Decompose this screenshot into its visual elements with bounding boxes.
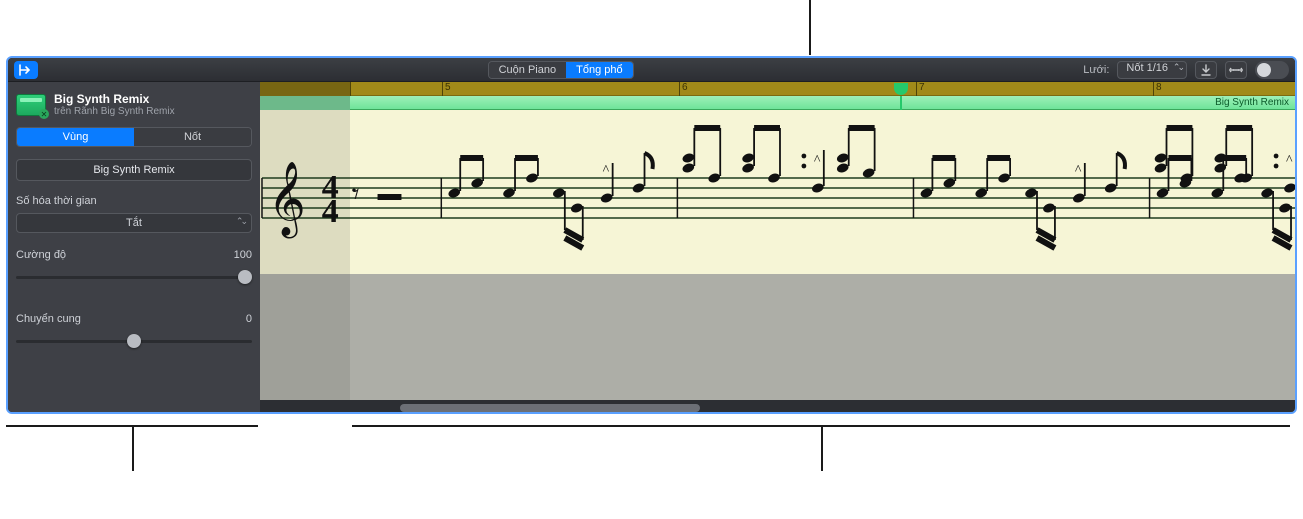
bar-ruler[interactable]: 5 6 7 8: [260, 82, 1295, 96]
region-subtitle: trên Rãnh Big Synth Remix: [54, 106, 175, 117]
region-lane[interactable]: [260, 96, 1295, 110]
auto-zoom-toggle[interactable]: [1255, 61, 1289, 79]
callout-bracket-inspector: [6, 425, 258, 427]
velocity-label: Cường độ: [16, 249, 66, 261]
transpose-slider[interactable]: [16, 333, 252, 349]
svg-text:4: 4: [322, 193, 339, 230]
inspector-tabs: Vùng Nốt: [16, 127, 252, 147]
velocity-slider[interactable]: [16, 269, 252, 285]
score-editor-window: Cuộn Piano Tổng phổ Lưới: Nốt 1/16: [6, 56, 1297, 414]
transpose-label: Chuyển cung: [16, 313, 81, 325]
callout-bracket-score: [352, 425, 1290, 427]
region-lane-label: Big Synth Remix: [1215, 96, 1289, 110]
svg-text:^: ^: [603, 163, 610, 178]
inspector-tab-note[interactable]: Nốt: [134, 128, 251, 146]
region-icon: [16, 94, 46, 116]
ruler-number: 5: [442, 82, 451, 93]
tab-piano-roll[interactable]: Cuộn Piano: [489, 62, 567, 78]
inspector-panel: Big Synth Remix trên Rãnh Big Synth Remi…: [8, 82, 260, 414]
staff-svg: 𝄞 4 4 𝄾: [260, 118, 1295, 268]
editor-toolbar: Cuộn Piano Tổng phổ Lưới: Nốt 1/16: [8, 58, 1295, 82]
quantize-select[interactable]: Tắt: [16, 213, 252, 233]
staff-zone[interactable]: 𝄞 4 4 𝄾: [260, 110, 1295, 400]
ruler-number: 8: [1153, 82, 1162, 93]
midi-in-button[interactable]: [1195, 61, 1217, 79]
view-mode-segmented: Cuộn Piano Tổng phổ: [488, 61, 634, 79]
callout-line-top: [809, 0, 811, 55]
ruler-number: 7: [916, 82, 925, 93]
region-name-field[interactable]: Big Synth Remix: [16, 159, 252, 181]
region-title: Big Synth Remix: [54, 92, 175, 106]
score-area[interactable]: 5 6 7 8 Big Synth Remix: [260, 82, 1295, 414]
inspector-tab-region[interactable]: Vùng: [17, 128, 134, 146]
grid-select[interactable]: Nốt 1/16: [1117, 61, 1187, 79]
quantize-label: Số hóa thời gian: [16, 195, 252, 207]
svg-text:𝄾: 𝄾: [352, 178, 360, 211]
link-button[interactable]: [1225, 61, 1247, 79]
ruler-number: 6: [679, 82, 688, 93]
velocity-value: 100: [234, 249, 252, 261]
horizontal-scrollbar[interactable]: [260, 400, 1295, 414]
svg-text:𝄞: 𝄞: [268, 163, 306, 239]
svg-text:^: ^: [814, 153, 821, 168]
catch-playhead-button[interactable]: [14, 61, 38, 79]
tab-score[interactable]: Tổng phổ: [566, 62, 632, 78]
transpose-value: 0: [246, 313, 252, 325]
grid-label: Lưới:: [1083, 64, 1109, 76]
